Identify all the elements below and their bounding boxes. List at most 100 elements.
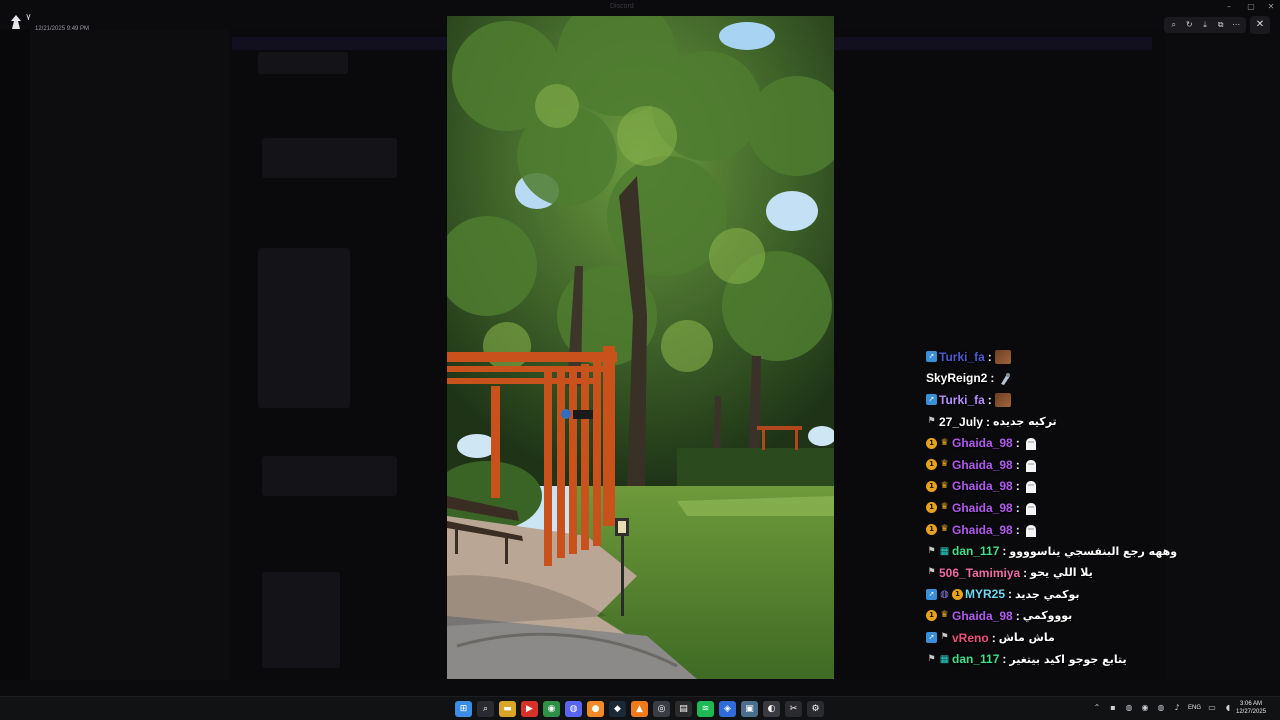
tray-app-icon[interactable]: ▪ <box>1108 702 1118 714</box>
chat-username[interactable]: SkyReign2 <box>926 371 987 385</box>
chat-username[interactable]: Ghaida_98 <box>952 479 1013 493</box>
brown-square-emote <box>994 349 1011 364</box>
chat-message: 1 ♛ Ghaida_98: <box>926 497 1186 519</box>
chat-username[interactable]: Turki_fa <box>939 393 985 407</box>
terminal-icon[interactable]: ▤ <box>675 701 692 717</box>
nvidia-tray-icon[interactable]: ◉ <box>1140 702 1150 714</box>
circle-badge-icon: 1 <box>926 480 937 492</box>
white-hand-emote <box>1023 436 1039 451</box>
orange-app-icon[interactable]: ● <box>587 701 604 717</box>
more-icon[interactable]: ⋯ <box>1229 18 1243 32</box>
chat-separator: : <box>1015 479 1020 494</box>
chat-separator: : <box>987 349 992 364</box>
spotify-icon[interactable]: ≋ <box>697 701 714 717</box>
chat-username[interactable]: dan_117 <box>952 652 999 666</box>
chat-separator: : <box>1015 436 1020 451</box>
chat-text: تركيه جديده <box>993 415 1057 429</box>
crown-badge-icon: ♛ <box>940 502 949 513</box>
channel-list <box>30 30 230 680</box>
photos-icon[interactable]: ▣ <box>741 701 758 717</box>
mic-icon[interactable]: ♪ <box>1172 702 1182 714</box>
tag-badge-icon: ⚑ <box>940 632 949 643</box>
chat-message: ⚑ ▦ dan_117: يتابع جوجو اكيد بيتغير <box>926 648 1186 670</box>
red-app-icon[interactable]: ▶ <box>521 701 538 717</box>
chat-separator: : <box>1015 500 1020 515</box>
brown-square-emote <box>994 392 1011 407</box>
chat-text: بوكمي جديد <box>1015 587 1080 601</box>
chat-username[interactable]: Ghaida_98 <box>952 458 1013 472</box>
chat-separator: : <box>986 414 991 429</box>
chat-separator: : <box>1002 652 1007 667</box>
crown-badge-icon: ♛ <box>940 610 949 621</box>
window-close-icon[interactable]: ✕ <box>1264 1 1278 13</box>
arrow-badge-icon: ➚ <box>926 351 937 363</box>
taskbar: ⊞ ⌕ ▬ ▶ ◉ ◍ ● ◆ ▲ ◎ ▤ ≋ ◈ ▣ ◐ ✂ ⚙ ⌃ ▪ ◍ ◉ ◍ ♪ ENG ▭ ◖ 3:06 AM 12… <box>0 696 1280 720</box>
clock-date: 12/27/2025 <box>1236 709 1267 715</box>
vlc-icon[interactable]: ▲ <box>631 701 648 717</box>
file-explorer-icon[interactable]: ▬ <box>499 701 516 717</box>
system-tray: ⌃ ▪ ◍ ◉ ◍ ♪ ENG ▭ ◖ <box>1092 702 1233 714</box>
chat-username[interactable]: MYR25 <box>965 587 1005 601</box>
chat-text: ماش ماش <box>998 631 1055 645</box>
chat-separator: : <box>1015 457 1020 472</box>
discord-icon[interactable]: ◍ <box>565 701 582 717</box>
chat-username[interactable]: dan_117 <box>952 544 999 558</box>
white-hand-emote <box>1023 501 1039 515</box>
chat-username[interactable]: Ghaida_98 <box>952 523 1013 537</box>
red-tray-icon[interactable]: ◍ <box>1156 702 1166 714</box>
active-app-icon[interactable]: ◐ <box>763 701 780 717</box>
search-icon[interactable]: ⌕ <box>477 701 494 717</box>
app-logo-icon <box>11 15 21 29</box>
volume-icon[interactable]: ◖ <box>1223 702 1233 714</box>
image-viewer-toolbar: ⌕ ↻ ⤓ ⧉ ⋯ <box>1164 17 1246 33</box>
chat-username[interactable]: Ghaida_98 <box>952 501 1013 515</box>
tag-badge-icon: ⚑ <box>927 545 936 556</box>
chat-message: ⚑ ▦ dan_117: وههه رجع البنفسجي يناسوووو <box>926 540 1186 562</box>
chat-username[interactable]: vReno <box>952 631 989 645</box>
chat-username[interactable]: Ghaida_98 <box>952 609 1013 623</box>
chat-message: ⚑ 27_July: تركيه جديده <box>926 411 1186 433</box>
maximize-icon[interactable]: ▢ <box>1244 1 1258 13</box>
chat-message: 1 ♛ Ghaida_98: <box>926 519 1186 541</box>
download-icon[interactable]: ⤓ <box>1198 18 1212 32</box>
steam-icon[interactable]: ◆ <box>609 701 626 717</box>
blue-app-icon[interactable]: ◈ <box>719 701 736 717</box>
chat-separator: : <box>1015 608 1020 623</box>
crown-badge-icon: ♛ <box>940 480 949 491</box>
chat-message: 1 ♛ Ghaida_98: <box>926 454 1186 476</box>
zoom-icon[interactable]: ⌕ <box>1167 18 1181 32</box>
chat-username[interactable]: 506_Tamimiya <box>939 566 1020 580</box>
chat-separator: : <box>1002 544 1007 559</box>
settings-icon[interactable]: ⚙ <box>807 701 824 717</box>
rotate-icon[interactable]: ↻ <box>1182 18 1196 32</box>
chat-separator: : <box>1008 587 1013 602</box>
chat-text: يلا اللي يحو <box>1030 566 1093 580</box>
open-external-icon[interactable]: ⧉ <box>1214 18 1228 32</box>
tag-badge-icon: ⚑ <box>927 416 936 427</box>
arrow-badge-icon: ➚ <box>926 394 937 406</box>
chat-username[interactable]: Ghaida_98 <box>952 436 1013 450</box>
start-icon[interactable]: ⊞ <box>455 701 472 717</box>
circle-badge-icon: 1 <box>926 610 937 622</box>
chat-overlay: ➚ Turki_fa: SkyReign2: ➚ Turki_fa: ⚑ 27_July: ت… <box>926 346 1186 670</box>
viewer-close-button[interactable]: ✕ <box>1250 16 1270 34</box>
discord-tray-icon[interactable]: ◍ <box>1124 702 1134 714</box>
message-embed <box>262 456 397 496</box>
screen: ٧ 12/21/2025 9:49 PM Discord – ▢ ✕ ⌕ ↻ ⤓ ⧉ ⋯… <box>0 0 1280 720</box>
clock[interactable]: 3:06 AM 12/27/2025 <box>1236 700 1266 716</box>
chevron-up-icon[interactable]: ⌃ <box>1092 702 1102 714</box>
chat-message: ➚ Turki_fa: <box>926 389 1186 411</box>
obs-icon[interactable]: ◎ <box>653 701 670 717</box>
chat-username[interactable]: 27_July <box>939 415 983 429</box>
crown-badge-icon: ♛ <box>940 524 949 535</box>
corner-date: 12/21/2025 9:49 PM <box>35 26 90 32</box>
tag-badge-icon: ⚑ <box>927 567 936 578</box>
chat-username[interactable]: Turki_fa <box>939 350 985 364</box>
chrome-icon[interactable]: ◉ <box>543 701 560 717</box>
capcut-icon[interactable]: ✂ <box>785 701 802 717</box>
clock-time: 3:06 AM <box>1240 701 1263 707</box>
language-indicator[interactable]: ENG <box>1188 705 1201 711</box>
arrow-badge-icon: ➚ <box>926 632 937 644</box>
minimize-icon[interactable]: – <box>1222 1 1236 13</box>
network-icon[interactable]: ▭ <box>1207 702 1217 714</box>
